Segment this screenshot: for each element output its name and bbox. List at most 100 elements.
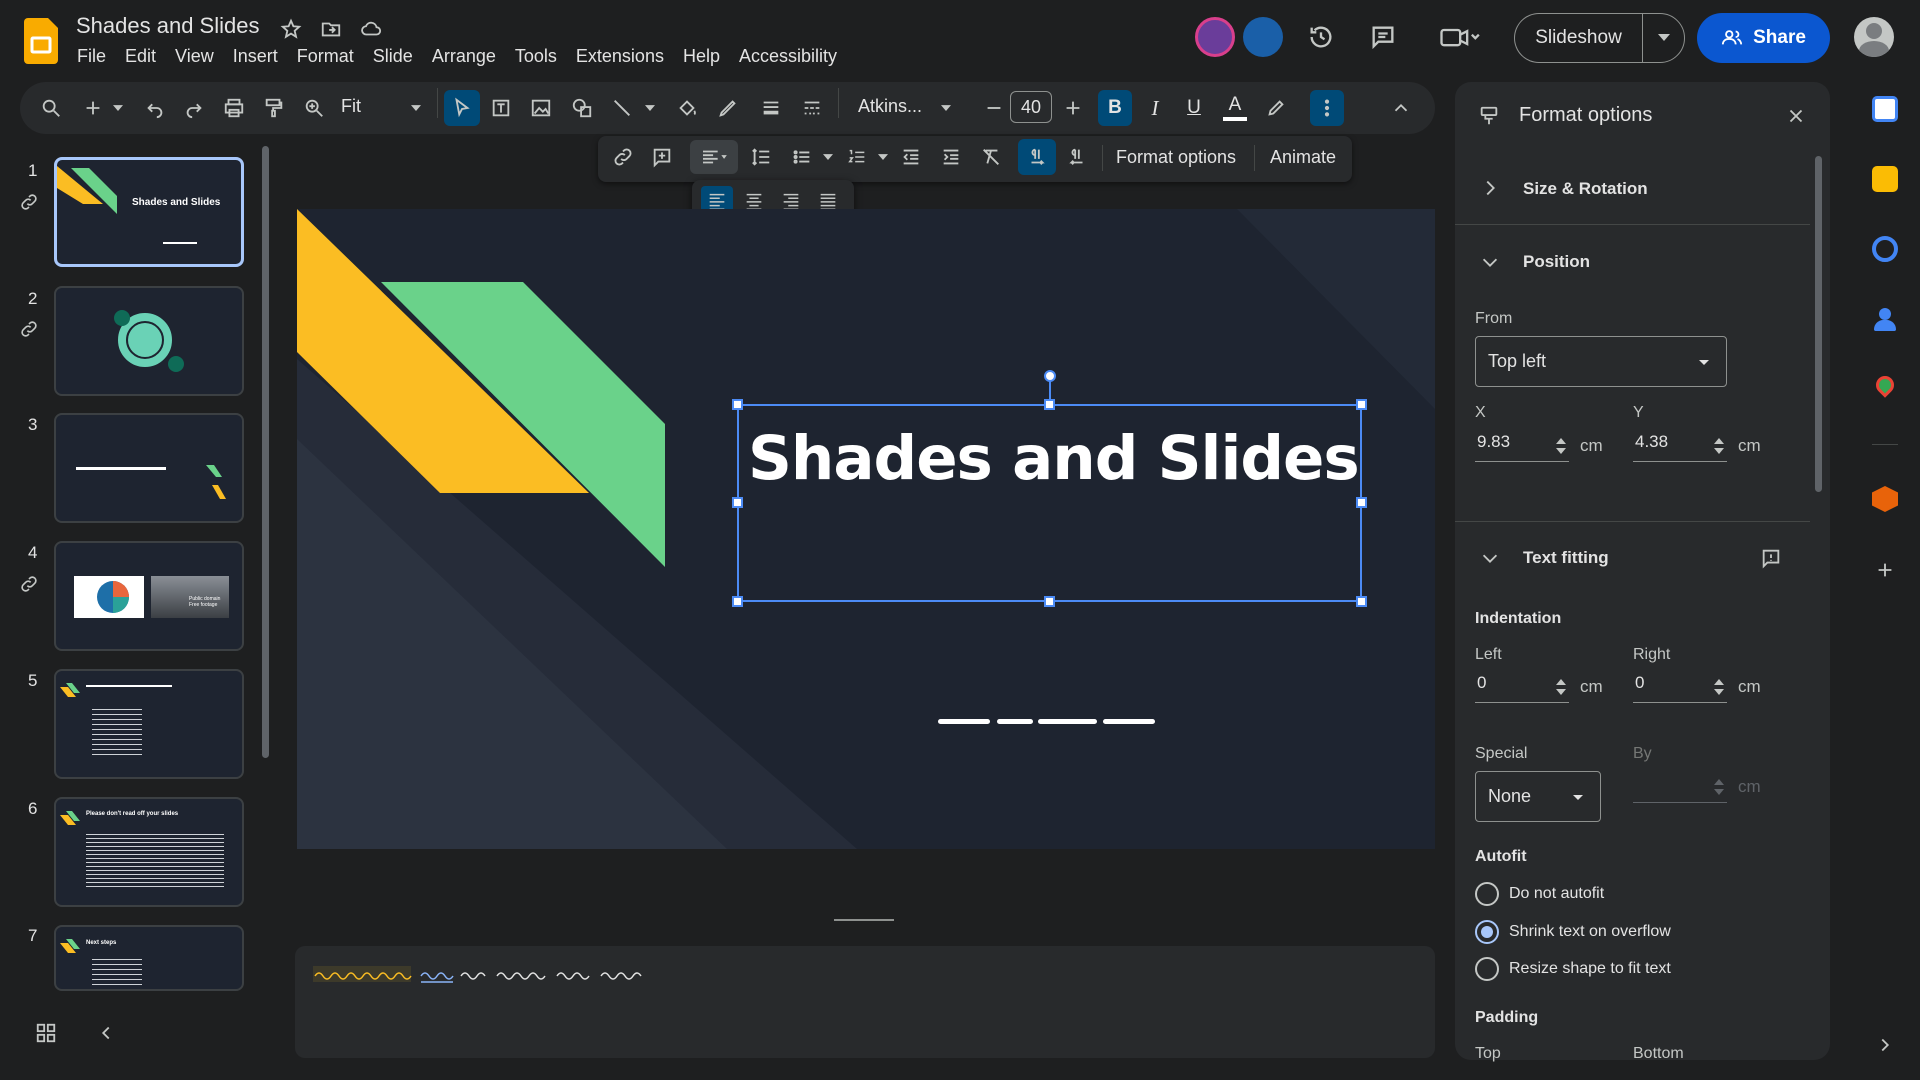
menu-extensions[interactable]: Extensions: [576, 46, 664, 67]
stepper-icon[interactable]: [1713, 677, 1725, 697]
resize-handle[interactable]: [732, 596, 743, 607]
stepper-icon[interactable]: [1555, 436, 1567, 456]
animate-button[interactable]: Animate: [1270, 147, 1336, 168]
radio-resize-shape-to-fit[interactable]: [1475, 957, 1499, 981]
menu-help[interactable]: Help: [683, 46, 720, 67]
account-avatar[interactable]: [1854, 17, 1894, 57]
slide-thumbnail-7[interactable]: Next steps: [54, 925, 244, 991]
rtl-paragraph-icon[interactable]: [1063, 143, 1091, 171]
close-icon[interactable]: [1784, 104, 1808, 128]
ltr-paragraph-icon[interactable]: [1018, 139, 1056, 175]
contacts-icon[interactable]: [1872, 306, 1898, 332]
resize-handle[interactable]: [1044, 399, 1055, 410]
new-slide-plus-icon[interactable]: [79, 94, 107, 122]
keep-icon[interactable]: [1872, 166, 1898, 192]
maps-icon[interactable]: [1872, 372, 1898, 402]
slide-thumbnail-6[interactable]: Please don't read off your slides: [54, 797, 244, 907]
stepper-icon[interactable]: [1713, 436, 1725, 456]
rotation-handle[interactable]: [1044, 370, 1056, 382]
increase-indent-icon[interactable]: [937, 143, 965, 171]
line-icon[interactable]: [608, 94, 636, 122]
chevron-down-icon[interactable]: [1478, 250, 1502, 274]
select-cursor-icon[interactable]: [444, 90, 480, 126]
comments-icon[interactable]: [1368, 22, 1398, 52]
shape-icon[interactable]: [568, 94, 596, 122]
border-weight-icon[interactable]: [757, 94, 785, 122]
get-add-ons-plus-icon[interactable]: [1872, 557, 1898, 583]
radio-shrink-text-on-overflow[interactable]: [1475, 920, 1499, 944]
chevron-down-icon[interactable]: [820, 149, 836, 165]
insert-image-icon[interactable]: [527, 94, 555, 122]
underline-icon[interactable]: U: [1180, 90, 1208, 126]
chevron-down-icon[interactable]: [875, 149, 891, 165]
position-from-select[interactable]: Top left: [1475, 336, 1727, 387]
linked-slide-icon[interactable]: [17, 572, 41, 596]
document-title[interactable]: Shades and Slides: [76, 13, 259, 39]
resize-handle[interactable]: [1356, 497, 1367, 508]
resize-handle[interactable]: [1356, 596, 1367, 607]
text-box-icon[interactable]: [487, 94, 515, 122]
resize-handle[interactable]: [732, 399, 743, 410]
add-on-icon[interactable]: [1872, 486, 1898, 512]
filmstrip-scrollbar[interactable]: [262, 146, 269, 758]
grid-view-icon[interactable]: [34, 1021, 58, 1045]
highlight-color-icon[interactable]: [1262, 94, 1290, 122]
fill-color-icon[interactable]: [673, 94, 701, 122]
menu-view[interactable]: View: [175, 46, 214, 67]
menu-accessibility[interactable]: Accessibility: [739, 46, 837, 67]
notes-resize-handle[interactable]: [834, 919, 894, 921]
tasks-icon[interactable]: [1872, 236, 1898, 262]
border-dash-icon[interactable]: [798, 94, 826, 122]
slide-thumbnail-4[interactable]: Public domain Free footage: [54, 541, 244, 651]
format-options-button[interactable]: Format options: [1116, 147, 1236, 168]
chevron-down-icon[interactable]: [1478, 546, 1502, 570]
stepper-icon[interactable]: [1555, 677, 1567, 697]
star-icon[interactable]: [278, 16, 304, 42]
increase-font-size-icon[interactable]: [1059, 94, 1087, 122]
version-history-icon[interactable]: [1306, 22, 1336, 52]
special-indent-select[interactable]: None: [1475, 771, 1601, 822]
menu-file[interactable]: File: [77, 46, 106, 67]
redo-icon[interactable]: [180, 94, 208, 122]
zoom-select[interactable]: Fit: [341, 96, 361, 117]
print-icon[interactable]: [220, 94, 248, 122]
resize-handle[interactable]: [732, 497, 743, 508]
position-section[interactable]: Position: [1523, 252, 1590, 272]
collapse-toolbar-icon[interactable]: [1387, 94, 1415, 122]
search-menus-icon[interactable]: [37, 94, 65, 122]
size-rotation-section[interactable]: Size & Rotation: [1523, 179, 1648, 199]
menu-slide[interactable]: Slide: [373, 46, 413, 67]
slideshow-button[interactable]: Slideshow: [1514, 13, 1642, 63]
meet-presenter-icon[interactable]: [1243, 17, 1283, 57]
zoom-icon[interactable]: [300, 94, 328, 122]
menu-arrange[interactable]: Arrange: [432, 46, 496, 67]
chevron-down-icon[interactable]: [938, 100, 954, 116]
chevron-down-icon[interactable]: [642, 100, 658, 116]
cloud-saved-icon[interactable]: [358, 16, 384, 42]
text-color-icon[interactable]: A: [1220, 90, 1250, 126]
font-size-input[interactable]: 40: [1010, 91, 1052, 123]
slide-thumbnail-3[interactable]: [54, 413, 244, 523]
chevron-down-icon[interactable]: [408, 100, 424, 116]
menu-insert[interactable]: Insert: [233, 46, 278, 67]
chevron-right-icon[interactable]: [1872, 1032, 1898, 1058]
resize-handle[interactable]: [1044, 596, 1055, 607]
move-folder-icon[interactable]: [318, 16, 344, 42]
slideshow-options-dropdown[interactable]: [1642, 13, 1685, 63]
more-options-icon[interactable]: [1310, 90, 1344, 126]
meet-camera-icon[interactable]: [1434, 22, 1484, 52]
clear-formatting-icon[interactable]: [977, 143, 1005, 171]
collapse-filmstrip-icon[interactable]: [94, 1021, 118, 1045]
collaborator-avatar-icon[interactable]: [1195, 17, 1235, 57]
text-fitting-section[interactable]: Text fitting: [1523, 548, 1609, 568]
numbered-list-icon[interactable]: [843, 143, 871, 171]
undo-icon[interactable]: [141, 94, 169, 122]
panel-scrollbar[interactable]: [1815, 156, 1822, 492]
linked-slide-icon[interactable]: [17, 317, 41, 341]
decrease-font-size-icon[interactable]: [981, 94, 1007, 122]
calendar-icon[interactable]: [1872, 96, 1898, 122]
decrease-indent-icon[interactable]: [897, 143, 925, 171]
bold-icon[interactable]: B: [1098, 90, 1132, 126]
line-spacing-icon[interactable]: [747, 143, 775, 171]
linked-slide-icon[interactable]: [17, 190, 41, 214]
